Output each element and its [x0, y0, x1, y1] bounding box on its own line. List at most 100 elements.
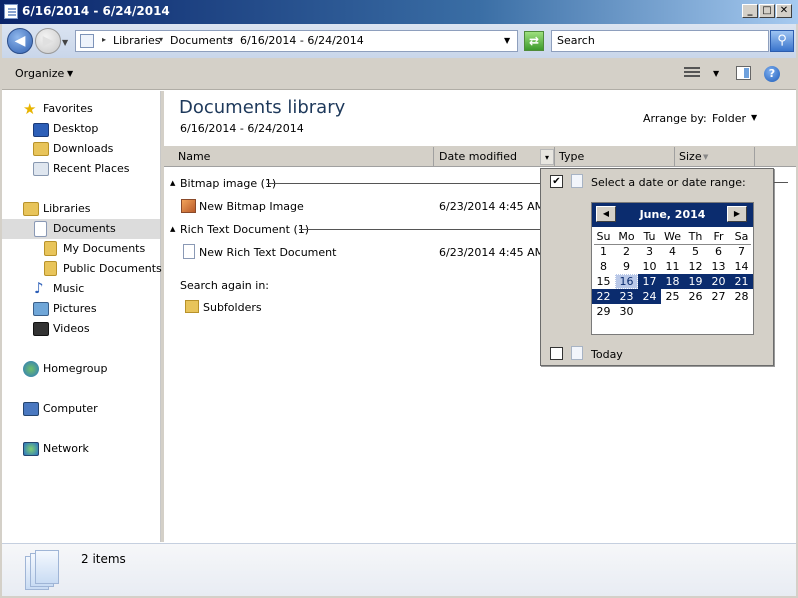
file-name[interactable]: New Bitmap Image: [199, 200, 304, 213]
back-button[interactable]: ◀: [7, 28, 33, 54]
weekday-label: Th: [688, 230, 703, 243]
organize-button[interactable]: Organize: [15, 67, 64, 80]
arrange-by-dropdown[interactable]: Folder: [712, 112, 746, 125]
calendar-day-selected[interactable]: 22: [592, 289, 615, 304]
arrange-by-dropdown-icon[interactable]: ▼: [751, 113, 757, 122]
date-filter-dropdown-button[interactable]: ▾: [540, 149, 554, 165]
sidebar-item-desktop[interactable]: Desktop: [53, 122, 98, 135]
column-divider[interactable]: [433, 147, 434, 166]
calendar-day[interactable]: 5: [684, 244, 707, 259]
breadcrumb-documents[interactable]: Documents: [170, 34, 233, 47]
preview-pane-icon[interactable]: [736, 66, 751, 80]
sidebar-item-libraries[interactable]: Libraries: [43, 202, 91, 215]
sidebar-item-documents[interactable]: Documents: [53, 222, 116, 235]
calendar-day[interactable]: 2: [615, 244, 638, 259]
sidebar-item-pictures[interactable]: Pictures: [53, 302, 97, 315]
breadcrumb-libraries[interactable]: Libraries: [113, 34, 161, 47]
change-view-icon[interactable]: [684, 66, 700, 80]
sidebar-item-computer[interactable]: Computer: [43, 402, 98, 415]
calendar-day-range-start[interactable]: 16: [615, 274, 638, 289]
calendar-day[interactable]: 15: [592, 274, 615, 289]
rich-text-file-icon: [183, 244, 195, 259]
address-dropdown-icon[interactable]: ▼: [504, 36, 510, 45]
views-dropdown-icon[interactable]: ▼: [713, 69, 719, 78]
calendar-day-selected[interactable]: 18: [661, 274, 684, 289]
window-icon: [4, 4, 18, 19]
help-icon[interactable]: ?: [764, 66, 780, 82]
column-divider[interactable]: [554, 147, 555, 166]
recent-places-icon: [33, 162, 49, 176]
calendar-day-selected[interactable]: 19: [684, 274, 707, 289]
search-again-label: Search again in:: [180, 279, 270, 292]
calendar-day[interactable]: 29: [592, 304, 615, 319]
folder-icon: [80, 34, 94, 48]
group-header-rich-text[interactable]: Rich Text Document (1): [180, 223, 309, 236]
homegroup-icon: [23, 361, 39, 377]
calendar-day[interactable]: 27: [707, 289, 730, 304]
item-count: 2 items: [81, 552, 126, 566]
column-header-type[interactable]: Type: [559, 150, 584, 163]
calendar-day[interactable]: 6: [707, 244, 730, 259]
column-divider[interactable]: [754, 147, 755, 166]
calendar-day[interactable]: 25: [661, 289, 684, 304]
breadcrumb-separator-icon[interactable]: ▾: [159, 35, 163, 44]
calendar-day[interactable]: 11: [661, 259, 684, 274]
calendar-day[interactable]: 12: [684, 259, 707, 274]
organize-dropdown-icon[interactable]: ▼: [67, 69, 73, 78]
recent-pages-dropdown-icon[interactable]: ▼: [62, 38, 68, 47]
calendar-day[interactable]: 13: [707, 259, 730, 274]
sidebar-item-music[interactable]: Music: [53, 282, 84, 295]
sidebar-item-downloads[interactable]: Downloads: [53, 142, 113, 155]
column-header-name[interactable]: Name: [178, 150, 210, 163]
close-button[interactable]: ✕: [776, 4, 792, 18]
calendar-day[interactable]: 8: [592, 259, 615, 274]
minimize-button[interactable]: _: [742, 4, 758, 18]
sidebar-item-recent-places[interactable]: Recent Places: [53, 162, 130, 175]
sidebar-item-public-documents[interactable]: Public Documents: [63, 262, 162, 275]
calendar-day-selected[interactable]: 23: [615, 289, 638, 304]
calendar-day-selected[interactable]: 20: [707, 274, 730, 289]
breadcrumb-date-range[interactable]: 6/16/2014 - 6/24/2014: [240, 34, 364, 47]
refresh-button[interactable]: ⇄: [524, 31, 544, 51]
breadcrumb-separator-icon[interactable]: ▸: [102, 35, 106, 44]
sidebar-item-videos[interactable]: Videos: [53, 322, 90, 335]
arrange-by-label: Arrange by:: [643, 112, 707, 125]
collapse-group-icon[interactable]: ▲: [170, 225, 175, 233]
videos-icon: [33, 322, 49, 336]
calendar-day[interactable]: 4: [661, 244, 684, 259]
search-icon[interactable]: ⚲: [770, 30, 794, 52]
calendar-day[interactable]: 1: [592, 244, 615, 259]
sidebar-item-network[interactable]: Network: [43, 442, 89, 455]
select-date-checkbox[interactable]: ✔: [550, 175, 563, 188]
search-input[interactable]: Search: [551, 30, 769, 52]
forward-arrow-icon: ▶: [42, 33, 54, 49]
group-header-bitmap[interactable]: Bitmap image (1): [180, 177, 276, 190]
maximize-button[interactable]: □: [759, 4, 775, 18]
today-checkbox[interactable]: [550, 347, 563, 360]
subfolders-link[interactable]: Subfolders: [203, 301, 262, 314]
collapse-group-icon[interactable]: ▲: [170, 179, 175, 187]
calendar-day[interactable]: 26: [684, 289, 707, 304]
calendar-day[interactable]: 14: [730, 259, 753, 274]
column-header-date-modified[interactable]: Date modified: [439, 150, 517, 163]
file-name[interactable]: New Rich Text Document: [199, 246, 336, 259]
calendar-month-title[interactable]: June, 2014: [592, 208, 753, 221]
calendar-day[interactable]: 9: [615, 259, 638, 274]
sidebar-item-favorites[interactable]: Favorites: [43, 102, 93, 115]
calendar-day[interactable]: 7: [730, 244, 753, 259]
calendar-day[interactable]: 28: [730, 289, 753, 304]
calendar-day[interactable]: 10: [638, 259, 661, 274]
sidebar-item-homegroup[interactable]: Homegroup: [43, 362, 107, 375]
calendar-day-selected[interactable]: 21: [730, 274, 753, 289]
calendar-day[interactable]: 3: [638, 244, 661, 259]
forward-button[interactable]: ▶: [35, 28, 61, 54]
column-header-size[interactable]: Size: [679, 150, 702, 163]
column-divider[interactable]: [674, 147, 675, 166]
address-bar[interactable]: ▸ Libraries ▾ Documents ▾ 6/16/2014 - 6/…: [75, 30, 518, 52]
calendar-day-selected[interactable]: 17: [638, 274, 661, 289]
calendar-day[interactable]: 30: [615, 304, 638, 319]
calendar-day-range-end[interactable]: 24: [638, 289, 661, 304]
sidebar-item-my-documents[interactable]: My Documents: [63, 242, 145, 255]
network-icon: [23, 442, 39, 456]
breadcrumb-separator-icon[interactable]: ▾: [229, 35, 233, 44]
